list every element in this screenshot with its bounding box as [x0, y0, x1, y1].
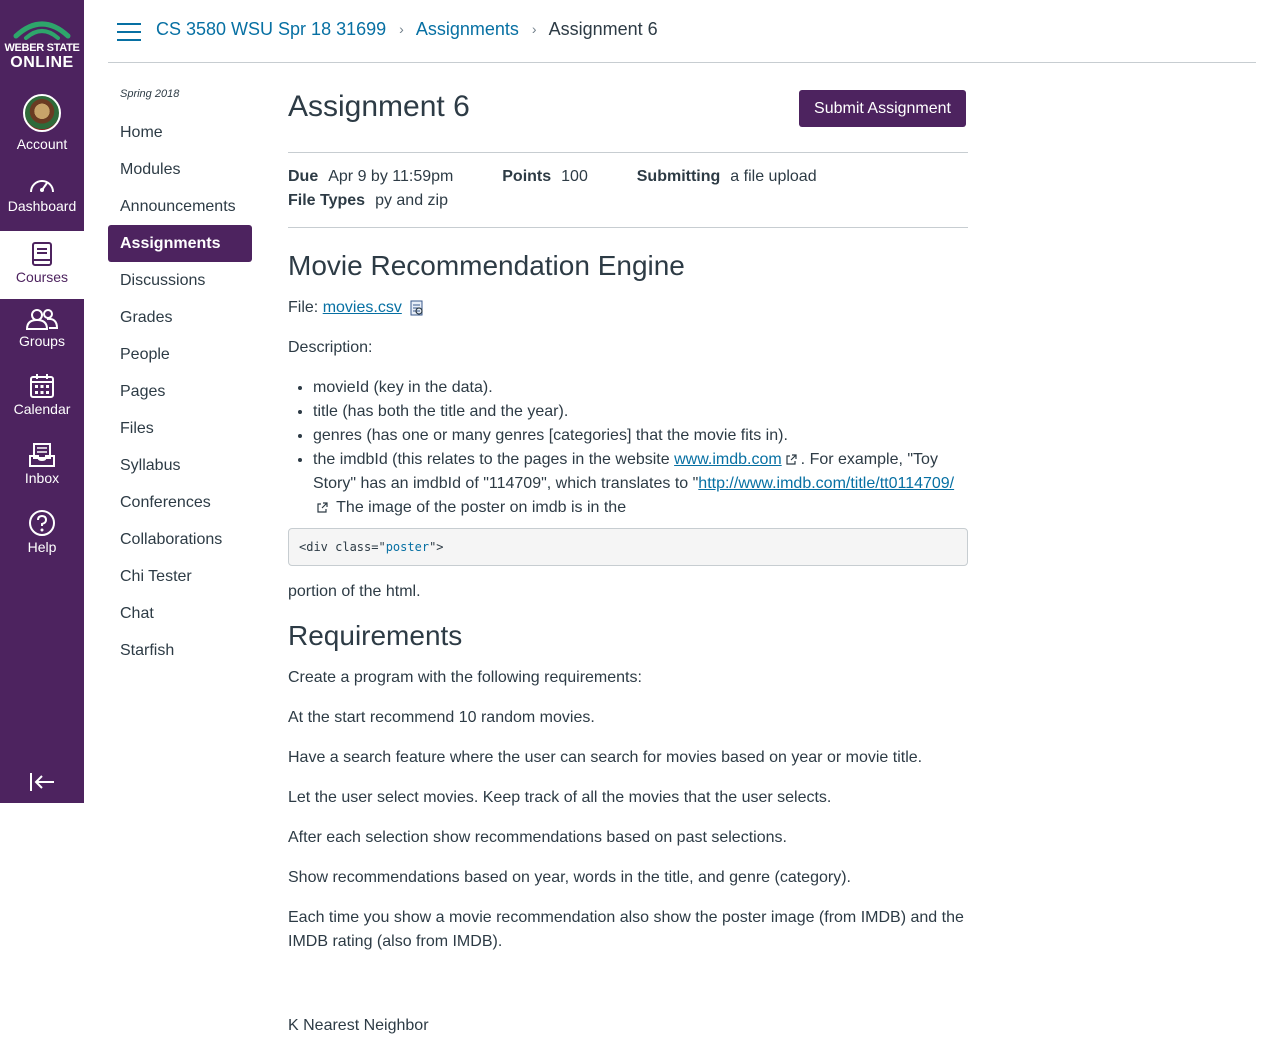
file-line: File: movies.csv: [288, 296, 968, 320]
course-nav-syllabus[interactable]: Syllabus: [108, 447, 252, 484]
imdb-text-pre: the imdbId (this relates to the pages in…: [313, 451, 675, 468]
breadcrumb-assignments-link[interactable]: Assignments: [416, 19, 519, 39]
assignment-content: Assignment 6 Submit Assignment Due Apr 9 …: [288, 80, 968, 1054]
requirement-item: After each selection show recommendation…: [288, 829, 787, 846]
external-link-icon: [786, 454, 797, 465]
section-heading-requirements: Requirements: [288, 620, 463, 651]
toy-story-imdb-link[interactable]: http://www.imdb.com/title/tt0114709/: [698, 475, 954, 492]
nav-calendar[interactable]: Calendar: [0, 373, 84, 417]
file-preview-icon[interactable]: [410, 300, 424, 316]
external-link-icon: [317, 502, 328, 513]
list-item: title (has both the title and the year).: [313, 400, 968, 424]
section-heading-movie-engine: Movie Recommendation Engine: [288, 250, 685, 281]
logo-arc-icon: [13, 21, 71, 40]
calendar-icon: [30, 374, 54, 398]
course-nav-files[interactable]: Files: [108, 410, 252, 447]
code-poster-link[interactable]: poster: [386, 540, 429, 554]
logo-line2: ONLINE: [10, 54, 74, 71]
list-item: genres (has one or many genres [categori…: [313, 424, 968, 448]
courses-icon: [32, 242, 52, 266]
points-label: Points: [502, 168, 552, 185]
submitting-value: a file upload: [730, 168, 817, 185]
file-types-value: py and zip: [375, 192, 448, 209]
course-nav-pages[interactable]: Pages: [108, 373, 252, 410]
course-term: Spring 2018: [120, 88, 180, 100]
nav-inbox-label: Inbox: [24, 470, 60, 486]
nav-groups[interactable]: Groups: [0, 307, 84, 349]
requirement-item: Each time you show a movie recommendatio…: [288, 909, 964, 950]
logo-line1: WEBER STATE: [4, 42, 80, 54]
points-value: 100: [561, 168, 588, 185]
submit-assignment-button[interactable]: Submit Assignment: [799, 90, 966, 127]
assignment-details: Due Apr 9 by 11:59pm Points 100 Submitting…: [288, 152, 968, 228]
course-nav-starfish[interactable]: Starfish: [108, 632, 252, 669]
breadcrumb-separator-icon: ›: [531, 21, 537, 37]
nav-courses[interactable]: Courses: [0, 231, 84, 299]
course-nav-grades[interactable]: Grades: [108, 299, 252, 336]
code-pre: <div class=": [299, 540, 386, 554]
course-nav-chat[interactable]: Chat: [108, 595, 252, 632]
nav-account-label: Account: [16, 136, 68, 152]
breadcrumb-course-link[interactable]: CS 3580 WSU Spr 18 31699: [156, 19, 386, 39]
nav-inbox[interactable]: Inbox: [0, 442, 84, 486]
weber-state-online-logo[interactable]: WEBER STATE ONLINE: [0, 12, 84, 74]
course-nav-people[interactable]: People: [108, 336, 252, 373]
hamburger-menu-icon[interactable]: [116, 22, 142, 42]
course-nav-home[interactable]: Home: [108, 114, 252, 151]
nav-calendar-label: Calendar: [13, 401, 71, 417]
breadcrumb-current: Assignment 6: [548, 19, 658, 39]
imdb-link[interactable]: www.imdb.com: [674, 451, 782, 468]
code-post: ">: [429, 540, 444, 554]
course-nav-discussions[interactable]: Discussions: [108, 262, 252, 299]
due-value: Apr 9 by 11:59pm: [328, 168, 454, 185]
imdb-text-post: The image of the poster on imdb is in th…: [332, 499, 627, 516]
page-header: CS 3580 WSU Spr 18 31699 › Assignments ›…: [108, 0, 1256, 63]
course-nav-modules[interactable]: Modules: [108, 151, 252, 188]
list-item-imdb: the imdbId (this relates to the pages in…: [313, 448, 968, 520]
breadcrumb-separator-icon: ›: [399, 21, 404, 37]
groups-icon: [25, 309, 59, 330]
knn-text: K Nearest Neighbor: [288, 1017, 429, 1034]
movies-csv-link[interactable]: movies.csv: [323, 299, 402, 316]
nav-help-label: Help: [27, 539, 57, 555]
code-block: <div class="poster">: [288, 528, 968, 566]
file-types-label: File Types: [288, 192, 366, 209]
course-nav-conferences[interactable]: Conferences: [108, 484, 252, 521]
submitting-label: Submitting: [636, 168, 721, 185]
avatar-icon: [23, 94, 61, 132]
requirement-item: Let the user select movies. Keep track o…: [288, 789, 832, 806]
nav-dashboard[interactable]: Dashboard: [0, 174, 84, 214]
nav-groups-label: Groups: [19, 333, 65, 349]
description-label: Description:: [288, 339, 373, 356]
nav-help[interactable]: Help: [0, 509, 84, 555]
file-prefix: File:: [288, 299, 319, 316]
requirement-item: Have a search feature where the user can…: [288, 749, 923, 766]
help-icon: [29, 510, 55, 536]
requirement-item: At the start recommend 10 random movies.: [288, 709, 595, 726]
requirement-item: Create a program with the following requ…: [288, 669, 642, 686]
inbox-icon: [29, 443, 55, 467]
course-navigation: Spring 2018 Home Modules Announcements A…: [108, 88, 252, 669]
nav-dashboard-label: Dashboard: [7, 198, 77, 214]
course-nav-chi-tester[interactable]: Chi Tester: [108, 558, 252, 595]
course-nav-collaborations[interactable]: Collaborations: [108, 521, 252, 558]
requirement-item: Show recommendations based on year, word…: [288, 869, 851, 886]
course-nav-announcements[interactable]: Announcements: [108, 188, 252, 225]
nav-courses-label: Courses: [15, 269, 69, 285]
description-list: movieId (key in the data). title (has bo…: [288, 376, 968, 520]
collapse-nav-icon[interactable]: [28, 770, 56, 794]
global-navigation: WEBER STATE ONLINE Account Dashboard Cou…: [0, 0, 84, 803]
after-code-text: portion of the html.: [288, 583, 421, 600]
breadcrumb: CS 3580 WSU Spr 18 31699 › Assignments ›…: [156, 19, 658, 40]
nav-account[interactable]: Account: [0, 94, 84, 152]
due-label: Due: [288, 168, 319, 185]
list-item: movieId (key in the data).: [313, 376, 968, 400]
course-nav-assignments[interactable]: Assignments: [108, 225, 252, 262]
dashboard-icon: [30, 180, 54, 193]
